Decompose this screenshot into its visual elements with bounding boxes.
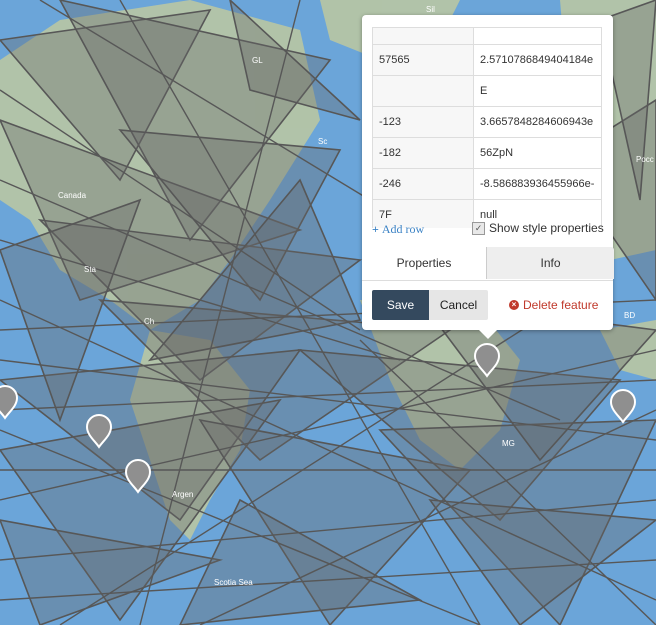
property-value-cell[interactable]: 56ZpN [473,137,602,169]
property-value-cell[interactable]: -8.586883936455966e- [473,168,602,200]
property-value-cell[interactable]: 3.6657848284606943e [473,106,602,138]
delete-feature-label: Delete feature [523,298,599,312]
property-value-cell[interactable] [473,28,602,45]
show-style-toggle[interactable]: ✓ Show style properties [472,221,604,235]
show-style-label: Show style properties [489,221,604,235]
property-value-cell[interactable]: 2.5710786849404184e [473,44,602,76]
map-label-pocc: Pocc [636,155,654,164]
table-row: -246 -8.586883936455966e- [372,168,602,200]
table-row: -182 56ZpN [372,137,602,169]
delete-circle-icon: × [509,300,519,310]
cancel-button[interactable]: Cancel [429,290,488,320]
property-key-cell[interactable]: 57565 [372,44,474,76]
map-label-canada: Canada [58,191,87,200]
map-label-ch: Ch [144,317,154,326]
popup-tabs: Properties Info [362,247,614,281]
table-row: 57565 2.5710786849404184e [372,44,602,76]
save-button[interactable]: Save [372,290,429,320]
map-label-scotia-sea: Scotia Sea [214,578,253,587]
table-row [372,28,602,45]
table-row: E [372,75,602,107]
properties-table-container[interactable]: 57565 2.5710786849404184e E -123 3.66578… [372,27,602,228]
tab-info[interactable]: Info [486,247,614,279]
property-key-cell[interactable] [372,28,474,45]
add-row-label: Add row [381,222,425,236]
table-row: -123 3.6657848284606943e [372,106,602,138]
plus-icon: + [372,222,379,236]
property-key-cell[interactable]: -246 [372,168,474,200]
property-value-cell[interactable]: E [473,75,602,107]
map-label-sc: Sc [318,137,327,146]
add-row-link[interactable]: + Add row [372,222,424,237]
feature-popup: 57565 2.5710786849404184e E -123 3.66578… [362,15,614,330]
show-style-checkbox[interactable]: ✓ [472,221,485,235]
map-label-mg: MG [502,439,515,448]
map-label-sta: Sta [84,265,97,274]
map-label-bd: BD [624,311,635,320]
property-key-cell[interactable] [372,75,474,107]
map-label-argen: Argen [172,490,193,499]
map-label-sil: Sil [426,5,435,14]
properties-table: 57565 2.5710786849404184e E -123 3.66578… [372,28,602,228]
property-key-cell[interactable]: -123 [372,106,474,138]
tab-properties[interactable]: Properties [362,247,486,279]
map-label-gl: GL [252,56,263,65]
popup-tip [478,329,498,339]
property-key-cell[interactable]: -182 [372,137,474,169]
delete-feature-button[interactable]: × Delete feature [509,298,598,312]
